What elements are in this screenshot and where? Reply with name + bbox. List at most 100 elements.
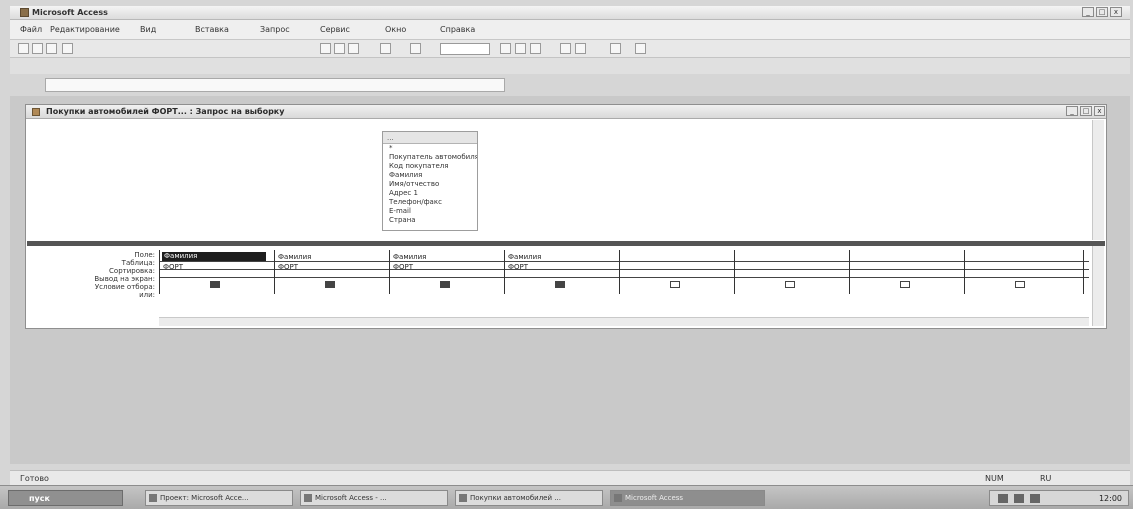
grid-column[interactable]: Фамилия ФОРТ (504, 250, 619, 294)
field-cell[interactable]: Фамилия (278, 253, 311, 261)
cut-icon[interactable] (320, 43, 331, 54)
grid-horizontal-scrollbar[interactable] (159, 317, 1089, 326)
field-cell[interactable]: Фамилия (162, 252, 266, 261)
row-label-table: Таблица: (121, 259, 155, 267)
status-text: Готово (20, 474, 49, 483)
table-cell[interactable]: ФОРТ (508, 263, 528, 271)
menu-edit[interactable]: Редактирование (50, 25, 120, 34)
grid-column[interactable] (619, 250, 734, 294)
build-icon[interactable] (560, 43, 571, 54)
show-checkbox[interactable] (325, 281, 335, 288)
status-bar: Готово NUM RU (10, 470, 1130, 485)
menu-query[interactable]: Запрос (260, 25, 290, 34)
show-checkbox[interactable] (900, 281, 910, 288)
network-icon[interactable] (998, 494, 1008, 503)
menu-bar: Файл Редактирование Вид Вставка Запрос С… (10, 20, 1130, 40)
field-list-item[interactable]: * (383, 144, 477, 153)
window-icon (304, 494, 312, 502)
query-minimize-icon[interactable]: _ (1066, 106, 1078, 116)
grid-column[interactable] (734, 250, 849, 294)
field-list-item[interactable]: Имя/отчество (383, 180, 477, 189)
help-icon[interactable] (635, 43, 646, 54)
design-grid: Поле: Таблица: Сортировка: Вывод на экра… (27, 246, 1105, 328)
field-list-item[interactable]: Адрес 1 (383, 189, 477, 198)
query-icon (32, 108, 40, 116)
show-checkbox[interactable] (210, 281, 220, 288)
properties-icon[interactable] (530, 43, 541, 54)
show-checkbox[interactable] (440, 281, 450, 288)
taskbar-item-label: Microsoft Access (625, 494, 684, 502)
taskbar-item[interactable]: Покупки автомобилей ... (455, 490, 603, 506)
view-button-icon[interactable] (18, 43, 29, 54)
start-button[interactable]: пуск (8, 490, 123, 506)
menu-file[interactable]: Файл (20, 25, 42, 34)
query-close-icon[interactable]: x (1094, 106, 1105, 116)
grid-column[interactable]: Фамилия ФОРТ (274, 250, 389, 294)
window-icon (459, 494, 467, 502)
show-checkbox[interactable] (785, 281, 795, 288)
grid-column[interactable] (849, 250, 964, 294)
save-icon[interactable] (32, 43, 43, 54)
table-pane: ... * Покупатель автомобиля Код покупате… (27, 120, 1105, 240)
table-cell[interactable]: ФОРТ (393, 263, 413, 271)
language-icon[interactable] (1030, 494, 1040, 503)
show-checkbox[interactable] (1015, 281, 1025, 288)
field-list-item[interactable]: Фамилия (383, 171, 477, 180)
grid-column[interactable] (964, 250, 1084, 294)
row-label-field: Поле: (134, 251, 155, 259)
paste-icon[interactable] (348, 43, 359, 54)
close-icon[interactable]: x (1110, 7, 1122, 17)
menu-insert[interactable]: Вставка (195, 25, 229, 34)
menu-view[interactable]: Вид (140, 25, 156, 34)
menu-help[interactable]: Справка (440, 25, 475, 34)
grid-vertical-scrollbar[interactable] (1092, 246, 1104, 326)
new-object-icon[interactable] (610, 43, 621, 54)
database-window-icon[interactable] (575, 43, 586, 54)
taskbar-item-label: Покупки автомобилей ... (470, 494, 561, 502)
field-list-item[interactable]: Покупатель автомобиля (383, 153, 477, 162)
taskbar-item[interactable]: Проект: Microsoft Acce... (145, 490, 293, 506)
query-type-icon[interactable] (410, 43, 421, 54)
copy-icon[interactable] (334, 43, 345, 54)
menu-window[interactable]: Окно (385, 25, 406, 34)
menu-tools[interactable]: Сервис (320, 25, 350, 34)
field-list-title[interactable]: ... (383, 132, 477, 144)
field-list-item[interactable]: Страна (383, 216, 477, 225)
field-list-item[interactable]: Код покупателя (383, 162, 477, 171)
taskbar-item-active[interactable]: Microsoft Access (610, 490, 765, 506)
top-values-combo[interactable] (440, 43, 490, 55)
query-window-titlebar[interactable]: Покупки автомобилей ФОРТ... : Запрос на … (26, 105, 1106, 119)
status-num: NUM (985, 474, 1004, 483)
show-checkbox[interactable] (670, 281, 680, 288)
maximize-icon[interactable]: □ (1096, 7, 1108, 17)
app-titlebar: Microsoft Access _ □ x (10, 6, 1130, 20)
run-icon[interactable] (500, 43, 511, 54)
totals-icon[interactable] (515, 43, 526, 54)
query-window-title: Покупки автомобилей ФОРТ... : Запрос на … (46, 107, 285, 116)
address-field[interactable] (45, 78, 505, 92)
grid-column[interactable]: Фамилия ФОРТ (389, 250, 504, 294)
window-icon (614, 494, 622, 502)
table-cell[interactable]: ФОРТ (278, 263, 298, 271)
taskbar-item[interactable]: Microsoft Access - ... (300, 490, 448, 506)
table-pane-scrollbar[interactable] (1092, 120, 1104, 240)
status-lang: RU (1040, 474, 1052, 483)
show-checkbox[interactable] (555, 281, 565, 288)
undo-icon[interactable] (380, 43, 391, 54)
grid-column[interactable]: Фамилия ФОРТ (159, 250, 274, 294)
table-cell[interactable]: ФОРТ (163, 263, 183, 271)
preview-icon[interactable] (62, 43, 73, 54)
field-list[interactable]: ... * Покупатель автомобиля Код покупате… (382, 131, 478, 231)
print-icon[interactable] (46, 43, 57, 54)
field-list-item[interactable]: E-mail (383, 207, 477, 216)
volume-icon[interactable] (1014, 494, 1024, 503)
minimize-icon[interactable]: _ (1082, 7, 1094, 17)
field-cell[interactable]: Фамилия (508, 253, 541, 261)
system-tray: 12:00 (989, 490, 1129, 506)
row-label-show: Вывод на экран: (94, 275, 155, 283)
grid-columns: Фамилия ФОРТ Фамилия ФОРТ Фамилия ФОРТ Ф… (159, 250, 1089, 294)
clock: 12:00 (1098, 494, 1122, 503)
field-list-item[interactable]: Телефон/факс (383, 198, 477, 207)
query-maximize-icon[interactable]: □ (1080, 106, 1092, 116)
field-cell[interactable]: Фамилия (393, 253, 426, 261)
